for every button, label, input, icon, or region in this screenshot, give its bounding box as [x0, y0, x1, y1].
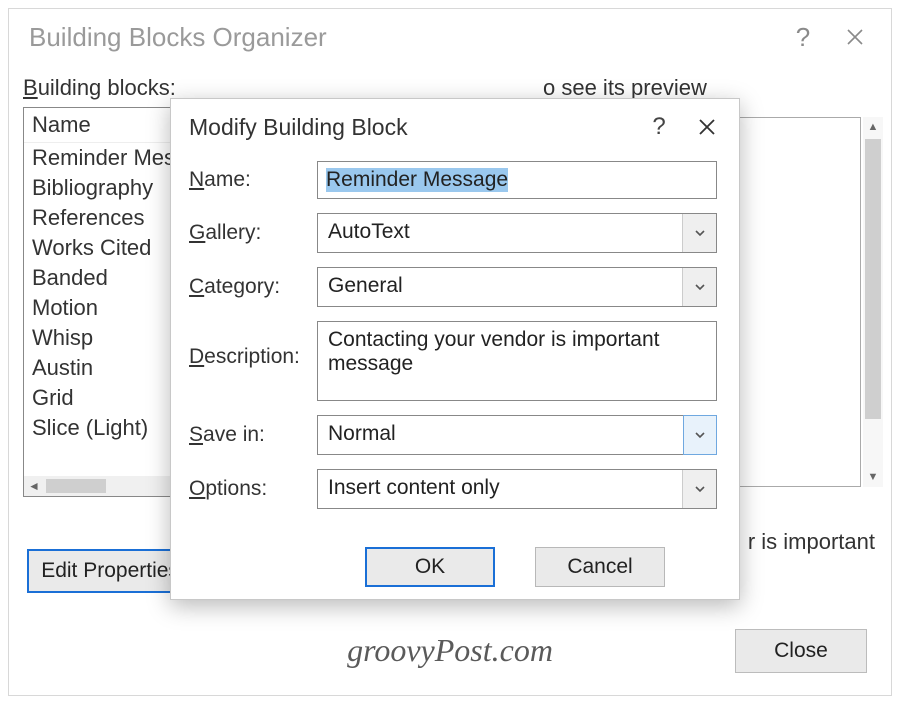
save-in-label: Save in:: [189, 423, 317, 447]
gallery-label: Gallery:: [189, 221, 317, 245]
chevron-down-icon[interactable]: [682, 470, 716, 508]
list-item[interactable]: Works Cited: [24, 233, 182, 263]
ok-button[interactable]: OK: [365, 547, 495, 587]
name-field[interactable]: Reminder Message: [317, 161, 717, 199]
building-blocks-list[interactable]: Name Reminder Mes Bibliography Reference…: [23, 107, 183, 497]
options-combo[interactable]: Insert content only: [317, 469, 717, 509]
watermark: groovyPost.com: [347, 632, 553, 669]
vertical-scrollbar[interactable]: ▲ ▼: [863, 117, 883, 487]
chevron-down-icon[interactable]: [682, 214, 716, 252]
description-label: Description:: [189, 321, 317, 369]
scroll-up-icon[interactable]: ▲: [863, 117, 883, 137]
scrollbar-thumb[interactable]: [865, 139, 881, 419]
help-button[interactable]: ?: [635, 99, 683, 155]
close-button[interactable]: Close: [735, 629, 867, 673]
category-value: General: [318, 268, 682, 306]
modify-building-block-dialog: Modify Building Block ? Name: Reminder M…: [170, 98, 740, 600]
preview-caption: r is important: [748, 529, 875, 555]
list-item[interactable]: References: [24, 203, 182, 233]
save-in-value: Normal: [318, 416, 683, 454]
building-blocks-label: Building blocks:: [23, 75, 183, 101]
name-value: Reminder Message: [326, 168, 508, 192]
organizer-title: Building Blocks Organizer: [29, 22, 327, 53]
list-column-header[interactable]: Name: [24, 108, 182, 143]
gallery-combo[interactable]: AutoText: [317, 213, 717, 253]
cancel-button[interactable]: Cancel: [535, 547, 665, 587]
description-field[interactable]: Contacting your vendor is important mess…: [317, 321, 717, 401]
modal-title: Modify Building Block: [189, 114, 408, 141]
gallery-value: AutoText: [318, 214, 682, 252]
category-label: Category:: [189, 275, 317, 299]
options-value: Insert content only: [318, 470, 682, 508]
name-label: Name:: [189, 168, 317, 192]
list-item[interactable]: Slice (Light): [24, 413, 182, 443]
close-icon[interactable]: [829, 9, 881, 65]
list-item[interactable]: Banded: [24, 263, 182, 293]
list-item[interactable]: Bibliography: [24, 173, 182, 203]
list-item[interactable]: Reminder Mes: [24, 143, 182, 173]
scrollbar-thumb[interactable]: [46, 479, 106, 493]
modal-titlebar: Modify Building Block ?: [171, 99, 739, 155]
chevron-down-icon[interactable]: [682, 268, 716, 306]
list-item[interactable]: Motion: [24, 293, 182, 323]
options-label: Options:: [189, 477, 317, 501]
scroll-down-icon[interactable]: ▼: [863, 467, 883, 487]
organizer-titlebar: Building Blocks Organizer ?: [9, 9, 891, 65]
category-combo[interactable]: General: [317, 267, 717, 307]
list-item[interactable]: Austin: [24, 353, 182, 383]
close-icon[interactable]: [683, 99, 731, 155]
list-item[interactable]: Whisp: [24, 323, 182, 353]
scroll-left-icon[interactable]: ◄: [24, 476, 44, 496]
list-item[interactable]: Grid: [24, 383, 182, 413]
help-button[interactable]: ?: [777, 9, 829, 65]
save-in-combo[interactable]: Normal: [317, 415, 717, 455]
chevron-down-icon[interactable]: [683, 415, 717, 455]
horizontal-scrollbar[interactable]: ◄: [24, 476, 182, 496]
